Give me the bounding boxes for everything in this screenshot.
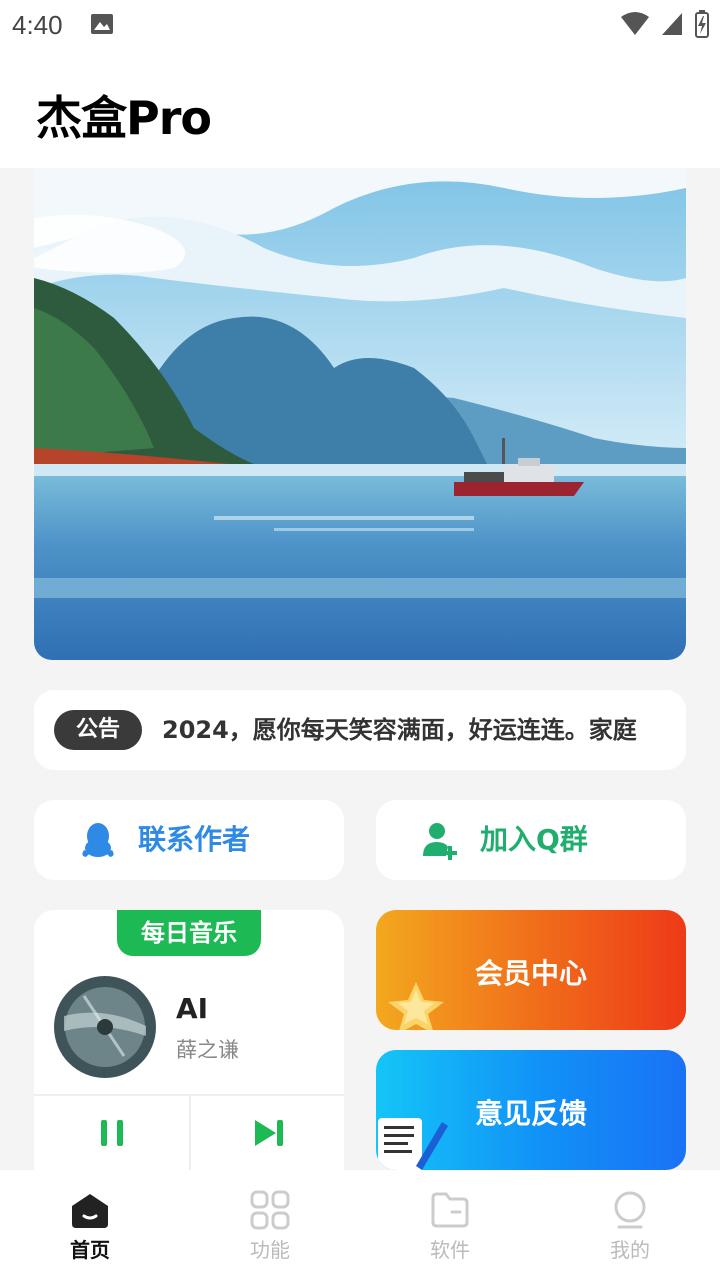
pause-button[interactable]: [34, 1096, 189, 1170]
album-cover[interactable]: [54, 976, 156, 1078]
nav-label: 首页: [70, 1238, 110, 1262]
announcement-bar[interactable]: 公告 2024，愿你每天笑容满面，好运连连。家庭: [34, 690, 686, 770]
nav-item-software[interactable]: 软件: [360, 1170, 540, 1280]
join-group-button[interactable]: 加入Q群: [376, 800, 686, 880]
contact-author-label: 联系作者: [138, 823, 251, 856]
next-track-button[interactable]: [191, 1096, 344, 1170]
daily-music-card[interactable]: 每日音乐 AI 薛之谦: [34, 910, 344, 1170]
nav-item-home[interactable]: 首页: [0, 1170, 180, 1280]
member-center-label: 会员中心: [474, 957, 587, 990]
announcement-tag: 公告: [54, 710, 142, 750]
status-time: 4:40: [12, 10, 63, 40]
system-icons: [620, 10, 710, 38]
profile-icon: [614, 1191, 646, 1229]
nav-item-profile[interactable]: 我的: [540, 1170, 720, 1280]
contact-author-button[interactable]: 联系作者: [34, 800, 344, 880]
bottom-navigation: 首页 功能 软件 我的: [0, 1170, 720, 1280]
signal-icon: [662, 13, 682, 35]
landscape-illustration: [34, 168, 686, 660]
pause-icon: [100, 1120, 123, 1146]
nav-label: 软件: [430, 1238, 470, 1262]
feedback-label: 意见反馈: [474, 1097, 587, 1130]
folder-icon: [431, 1192, 469, 1228]
banner-image[interactable]: [34, 168, 686, 660]
page-title: 杰盒Pro: [36, 91, 212, 145]
status-bar: 4:40: [0, 0, 720, 50]
grid-icon: [250, 1190, 290, 1230]
nav-label: 我的: [610, 1238, 650, 1262]
join-group-label: 加入Q群: [480, 823, 588, 856]
battery-icon: [695, 10, 709, 38]
announcement-text: 2024，愿你每天笑容满面，好运连连。家庭: [162, 716, 637, 744]
daily-music-badge: 每日音乐: [117, 910, 261, 956]
song-title: AI: [176, 992, 209, 1025]
qq-penguin-icon: [82, 823, 114, 857]
song-artist: 薛之谦: [176, 1038, 239, 1062]
skip-next-icon: [254, 1120, 283, 1146]
member-center-card[interactable]: 会员中心: [376, 910, 686, 1030]
nav-label: 功能: [250, 1238, 290, 1262]
wifi-icon: [621, 12, 649, 35]
add-user-icon: [423, 823, 457, 860]
nav-item-features[interactable]: 功能: [180, 1170, 360, 1280]
image-notification-icon: [90, 12, 114, 40]
feedback-card[interactable]: 意见反馈: [376, 1050, 686, 1170]
home-icon: [72, 1194, 108, 1228]
app-header: 杰盒Pro: [0, 50, 720, 168]
